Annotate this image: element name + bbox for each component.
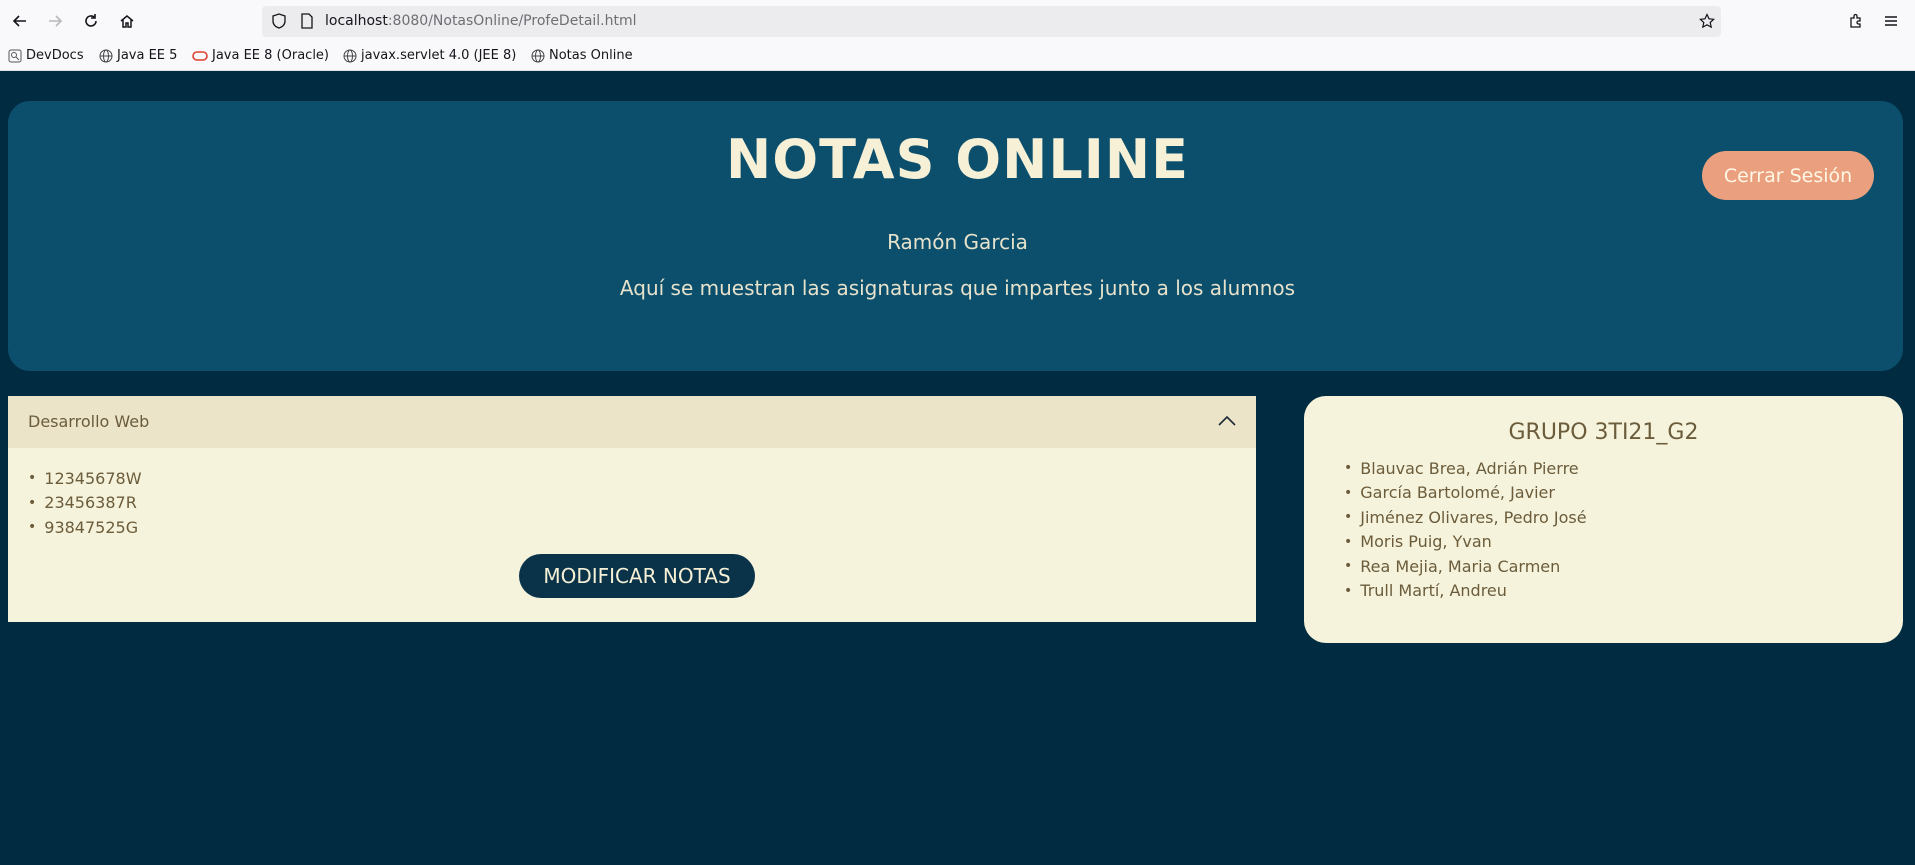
url-path: :8080/NotasOnline/ProfeDetail.html — [387, 13, 637, 29]
page-content: Cerrar Sesión NOTAS ONLINE Ramón Garcia … — [0, 71, 1915, 865]
modify-grades-button[interactable]: MODIFICAR NOTAS — [519, 554, 755, 598]
menu-icon[interactable] — [1879, 9, 1903, 33]
browser-toolbar: localhost:8080/NotasOnline/ProfeDetail.h… — [0, 0, 1915, 43]
bookmark-java-ee-5[interactable]: Java EE 5 — [99, 48, 177, 63]
list-item: García Bartolomé, Javier — [1344, 481, 1587, 506]
url-text[interactable]: localhost:8080/NotasOnline/ProfeDetail.h… — [325, 13, 637, 29]
home-icon[interactable] — [115, 9, 139, 33]
list-item: Rea Mejia, Maria Carmen — [1344, 554, 1587, 579]
list-item: 12345678W — [28, 466, 141, 491]
globe-icon — [99, 49, 113, 62]
url-bar[interactable]: localhost:8080/NotasOnline/ProfeDetail.h… — [262, 6, 1721, 37]
list-item: 93847525G — [28, 515, 142, 540]
group-member-list: Blauvac Brea, Adrián Pierre García Barto… — [1344, 456, 1587, 604]
shield-icon[interactable] — [271, 13, 287, 33]
bookmark-javax-servlet[interactable]: javax.servlet 4.0 (JEE 8) — [343, 48, 516, 63]
bookmark-label: DevDocs — [26, 48, 84, 63]
list-item: Jiménez Olivares, Pedro José — [1344, 505, 1586, 530]
page-title: NOTAS ONLINE — [726, 128, 1189, 191]
list-item: Moris Puig, Yvan — [1344, 530, 1587, 555]
chevron-up-icon[interactable] — [1218, 412, 1236, 431]
group-title: GRUPO 3TI21_G2 — [1508, 420, 1699, 445]
bookmark-label: javax.servlet 4.0 (JEE 8) — [361, 48, 517, 63]
page-icon[interactable] — [300, 13, 314, 33]
globe-icon — [531, 49, 545, 62]
bookmark-label: Java EE 8 (Oracle) — [212, 48, 329, 63]
url-host: localhost — [325, 13, 388, 29]
bookmark-notas-online[interactable]: Notas Online — [531, 48, 633, 63]
reload-icon[interactable] — [79, 9, 103, 33]
accordion-header[interactable]: Desarrollo Web — [8, 396, 1256, 448]
group-card: GRUPO 3TI21_G2 Blauvac Brea, Adrián Pier… — [1304, 396, 1903, 643]
user-name: Ramón Garcia — [887, 230, 1028, 254]
subject-name: Desarrollo Web — [28, 412, 150, 431]
bookmark-devdocs[interactable]: DevDocs — [8, 48, 84, 63]
forward-icon[interactable] — [43, 9, 67, 33]
bookmark-java-ee-8[interactable]: Java EE 8 (Oracle) — [192, 48, 329, 63]
bookmarks-bar: DevDocs Java EE 5 Java EE 8 (Oracle) jav… — [0, 43, 1915, 71]
bookmark-label: Notas Online — [549, 48, 633, 63]
page-description: Aquí se muestran las asignaturas que imp… — [619, 276, 1296, 300]
list-item: Blauvac Brea, Adrián Pierre — [1344, 456, 1587, 481]
star-icon[interactable] — [1698, 13, 1716, 33]
back-icon[interactable] — [8, 9, 32, 33]
globe-icon — [343, 49, 357, 62]
list-item: Trull Martí, Andreu — [1344, 579, 1587, 604]
devdocs-icon — [8, 49, 22, 62]
oracle-icon — [192, 50, 208, 61]
subject-accordion: Desarrollo Web 12345678W 23456387R 93847… — [8, 396, 1256, 622]
extensions-icon[interactable] — [1844, 9, 1868, 33]
list-item: 23456387R — [28, 491, 142, 516]
bookmark-label: Java EE 5 — [117, 48, 178, 63]
student-list: 12345678W 23456387R 93847525G — [28, 466, 142, 540]
